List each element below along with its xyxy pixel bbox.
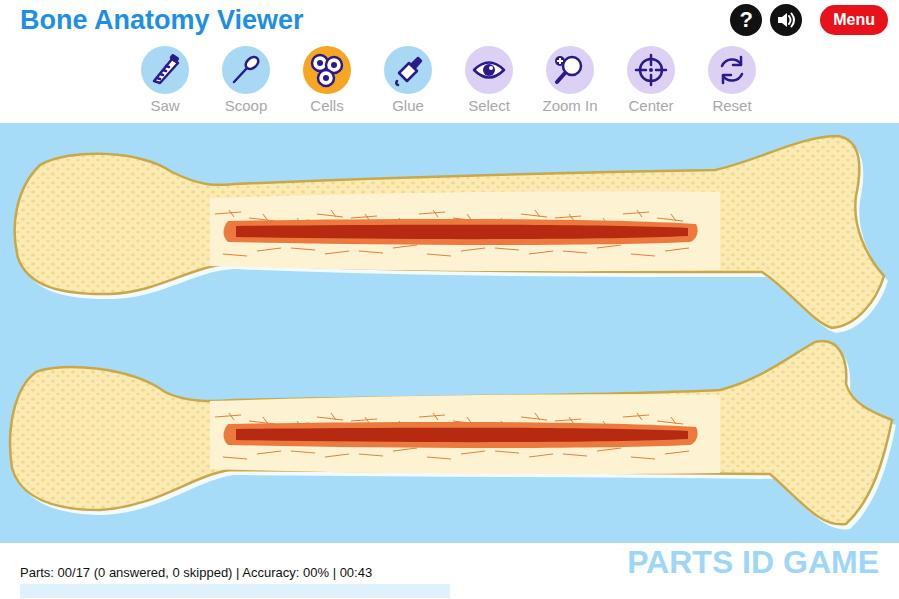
tool-label: Zoom In — [542, 97, 597, 114]
cells-icon[interactable] — [303, 46, 351, 94]
tool-button[interactable]: Scoop — [206, 40, 286, 123]
menu-button[interactable]: Menu — [820, 5, 888, 35]
tool-label: Center — [628, 97, 673, 114]
zoom-in-icon[interactable] — [546, 46, 594, 94]
tool-label: Select — [468, 97, 510, 114]
tool-label: Cells — [310, 97, 343, 114]
saw-icon[interactable] — [141, 46, 189, 94]
scoop-icon[interactable] — [222, 46, 270, 94]
tool-label: Reset — [712, 97, 751, 114]
tool-button[interactable]: Cells — [287, 40, 367, 123]
footer: Parts: 00/17 (0 answered, 0 skipped) | A… — [0, 543, 899, 599]
tool-button[interactable]: Zoom In — [530, 40, 610, 123]
eye-icon[interactable] — [465, 46, 513, 94]
game-label: PARTS ID GAME — [627, 543, 879, 599]
tool-button[interactable]: Select — [449, 40, 529, 123]
tool-label: Scoop — [225, 97, 268, 114]
tool-label: Saw — [150, 97, 179, 114]
sound-button[interactable] — [770, 4, 802, 36]
speaker-icon — [775, 9, 797, 31]
reset-icon[interactable] — [708, 46, 756, 94]
crosshair-icon[interactable] — [627, 46, 675, 94]
tool-button[interactable]: Reset — [692, 40, 772, 123]
status-area: Parts: 00/17 (0 answered, 0 skipped) | A… — [20, 543, 450, 599]
help-button[interactable]: ? — [730, 4, 762, 36]
glue-icon[interactable] — [384, 46, 432, 94]
bone-cross-section[interactable] — [0, 123, 899, 547]
tool-label: Glue — [392, 97, 424, 114]
tool-button[interactable]: Saw — [125, 40, 205, 123]
status-text: Parts: 00/17 (0 answered, 0 skipped) | A… — [20, 565, 450, 580]
tool-button[interactable]: Glue — [368, 40, 448, 123]
header-buttons: ? Menu — [730, 4, 888, 36]
bone-canvas[interactable] — [0, 123, 899, 543]
toolbar: Saw Scoop Cells Glue Select Zoom In Center Rese… — [0, 40, 899, 123]
header: Bone Anatomy Viewer? Menu — [0, 0, 899, 40]
app-title: Bone Anatomy Viewer — [20, 5, 304, 36]
tool-button[interactable]: Center — [611, 40, 691, 123]
progress-track — [20, 584, 450, 598]
